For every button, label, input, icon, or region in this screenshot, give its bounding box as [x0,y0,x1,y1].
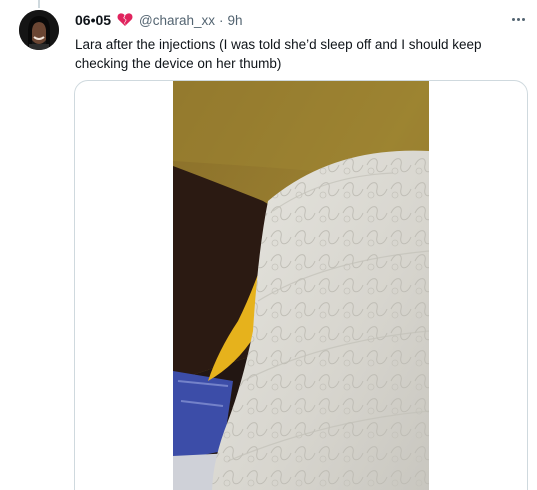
broken-heart-icon [117,13,133,27]
tweet-page: 06•05 @charah_xx · 9h Lara after the inj… [0,0,537,490]
more-horizontal-icon[interactable] [508,12,528,26]
tweet-timestamp[interactable]: 9h [228,13,243,28]
more-dot [516,17,520,21]
media-card[interactable] [74,80,528,490]
avatar-photo [19,10,59,50]
video-player[interactable] [173,81,429,490]
tweet-header: 06•05 @charah_xx · 9h [75,10,243,30]
display-name[interactable]: 06•05 [75,12,111,28]
video-frame-image [173,81,429,490]
thread-connector-line [38,0,40,8]
time-separator: · [219,12,224,28]
tweet-text: Lara after the injections (I was told sh… [75,37,482,71]
avatar[interactable] [19,10,59,50]
user-handle[interactable]: @charah_xx [139,13,215,28]
more-dot [511,17,515,21]
more-dot [521,17,525,21]
